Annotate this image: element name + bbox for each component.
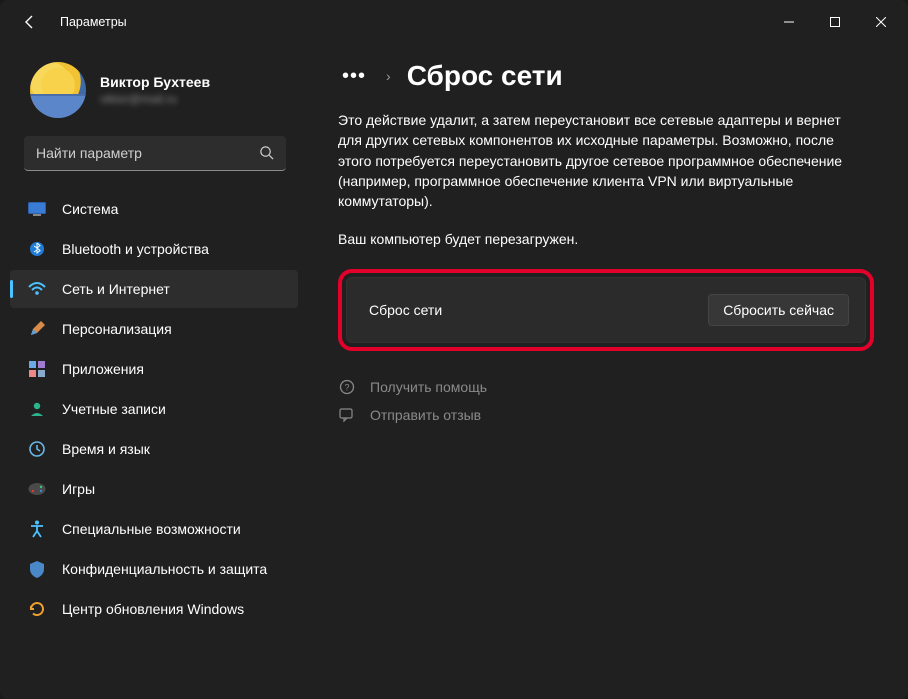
update-icon (28, 600, 46, 618)
help-link-label: Получить помощь (370, 379, 487, 395)
titlebar: Параметры (0, 0, 908, 44)
accessibility-icon (28, 520, 46, 538)
sidebar-item-label: Игры (62, 481, 95, 497)
sidebar-item-label: Учетные записи (62, 401, 166, 417)
privacy-icon (28, 560, 46, 578)
sidebar-item-accounts[interactable]: Учетные записи (10, 390, 298, 428)
sidebar-item-gaming[interactable]: Игры (10, 470, 298, 508)
bluetooth-icon (28, 240, 46, 258)
avatar (30, 62, 86, 118)
sidebar-item-bluetooth[interactable]: Bluetooth и устройства (10, 230, 298, 268)
minimize-button[interactable] (766, 6, 812, 38)
get-help-link[interactable]: ? Получить помощь (338, 379, 874, 395)
sidebar-item-label: Центр обновления Windows (62, 601, 244, 617)
sidebar-item-apps[interactable]: Приложения (10, 350, 298, 388)
sidebar-item-system[interactable]: Система (10, 190, 298, 228)
maximize-button[interactable] (812, 6, 858, 38)
sidebar-item-label: Bluetooth и устройства (62, 241, 209, 257)
footer-links: ? Получить помощь Отправить отзыв (338, 379, 874, 423)
window-controls (766, 6, 904, 38)
card-label: Сброс сети (369, 302, 442, 318)
reboot-note: Ваш компьютер будет перезагружен. (338, 231, 874, 247)
personalization-icon (28, 320, 46, 338)
nav: Система Bluetooth и устройства Сеть и Ин… (6, 185, 302, 629)
sidebar-item-label: Система (62, 201, 118, 217)
feedback-link-label: Отправить отзыв (370, 407, 481, 423)
profile-name: Виктор Бухтеев (100, 74, 210, 90)
network-icon (28, 280, 46, 298)
settings-window: Параметры Виктор Бухтеев viktor@mail.ru (0, 0, 908, 699)
sidebar-item-label: Специальные возможности (62, 521, 241, 537)
sidebar-item-time[interactable]: Время и язык (10, 430, 298, 468)
sidebar-item-label: Приложения (62, 361, 144, 377)
profile-text: Виктор Бухтеев viktor@mail.ru (100, 74, 210, 106)
feedback-link[interactable]: Отправить отзыв (338, 407, 874, 423)
sidebar-item-update[interactable]: Центр обновления Windows (10, 590, 298, 628)
description-text: Это действие удалит, а затем переустанов… (338, 110, 858, 211)
breadcrumb: ••• › Сброс сети (338, 60, 874, 92)
gaming-icon (28, 480, 46, 498)
sidebar-item-label: Время и язык (62, 441, 150, 457)
search-input[interactable] (24, 136, 286, 171)
time-icon (28, 440, 46, 458)
breadcrumb-more-button[interactable]: ••• (338, 65, 370, 88)
sidebar-item-personalization[interactable]: Персонализация (10, 310, 298, 348)
svg-text:?: ? (344, 383, 349, 393)
apps-icon (28, 360, 46, 378)
profile-block[interactable]: Виктор Бухтеев viktor@mail.ru (6, 52, 302, 132)
back-button[interactable] (14, 6, 46, 38)
system-icon (28, 200, 46, 218)
sidebar-item-accessibility[interactable]: Специальные возможности (10, 510, 298, 548)
window-body: Виктор Бухтеев viktor@mail.ru Система Bl… (0, 44, 908, 699)
sidebar-item-label: Сеть и Интернет (62, 281, 170, 297)
reset-now-button[interactable]: Сбросить сейчас (708, 294, 849, 326)
sidebar: Виктор Бухтеев viktor@mail.ru Система Bl… (0, 44, 310, 699)
sidebar-item-label: Персонализация (62, 321, 172, 337)
profile-email: viktor@mail.ru (100, 92, 210, 106)
sidebar-item-privacy[interactable]: Конфиденциальность и защита (10, 550, 298, 588)
close-button[interactable] (858, 6, 904, 38)
chevron-right-icon: › (386, 68, 391, 84)
highlight-annotation: Сброс сети Сбросить сейчас (338, 269, 874, 351)
sidebar-item-network[interactable]: Сеть и Интернет (10, 270, 298, 308)
network-reset-card: Сброс сети Сбросить сейчас (346, 277, 866, 343)
help-icon: ? (338, 379, 356, 395)
window-title: Параметры (60, 15, 127, 29)
sidebar-item-label: Конфиденциальность и защита (62, 561, 267, 577)
main-content: ••• › Сброс сети Это действие удалит, а … (310, 44, 908, 699)
page-title: Сброс сети (407, 60, 563, 92)
feedback-icon (338, 407, 356, 423)
accounts-icon (28, 400, 46, 418)
search-wrap (24, 136, 286, 171)
